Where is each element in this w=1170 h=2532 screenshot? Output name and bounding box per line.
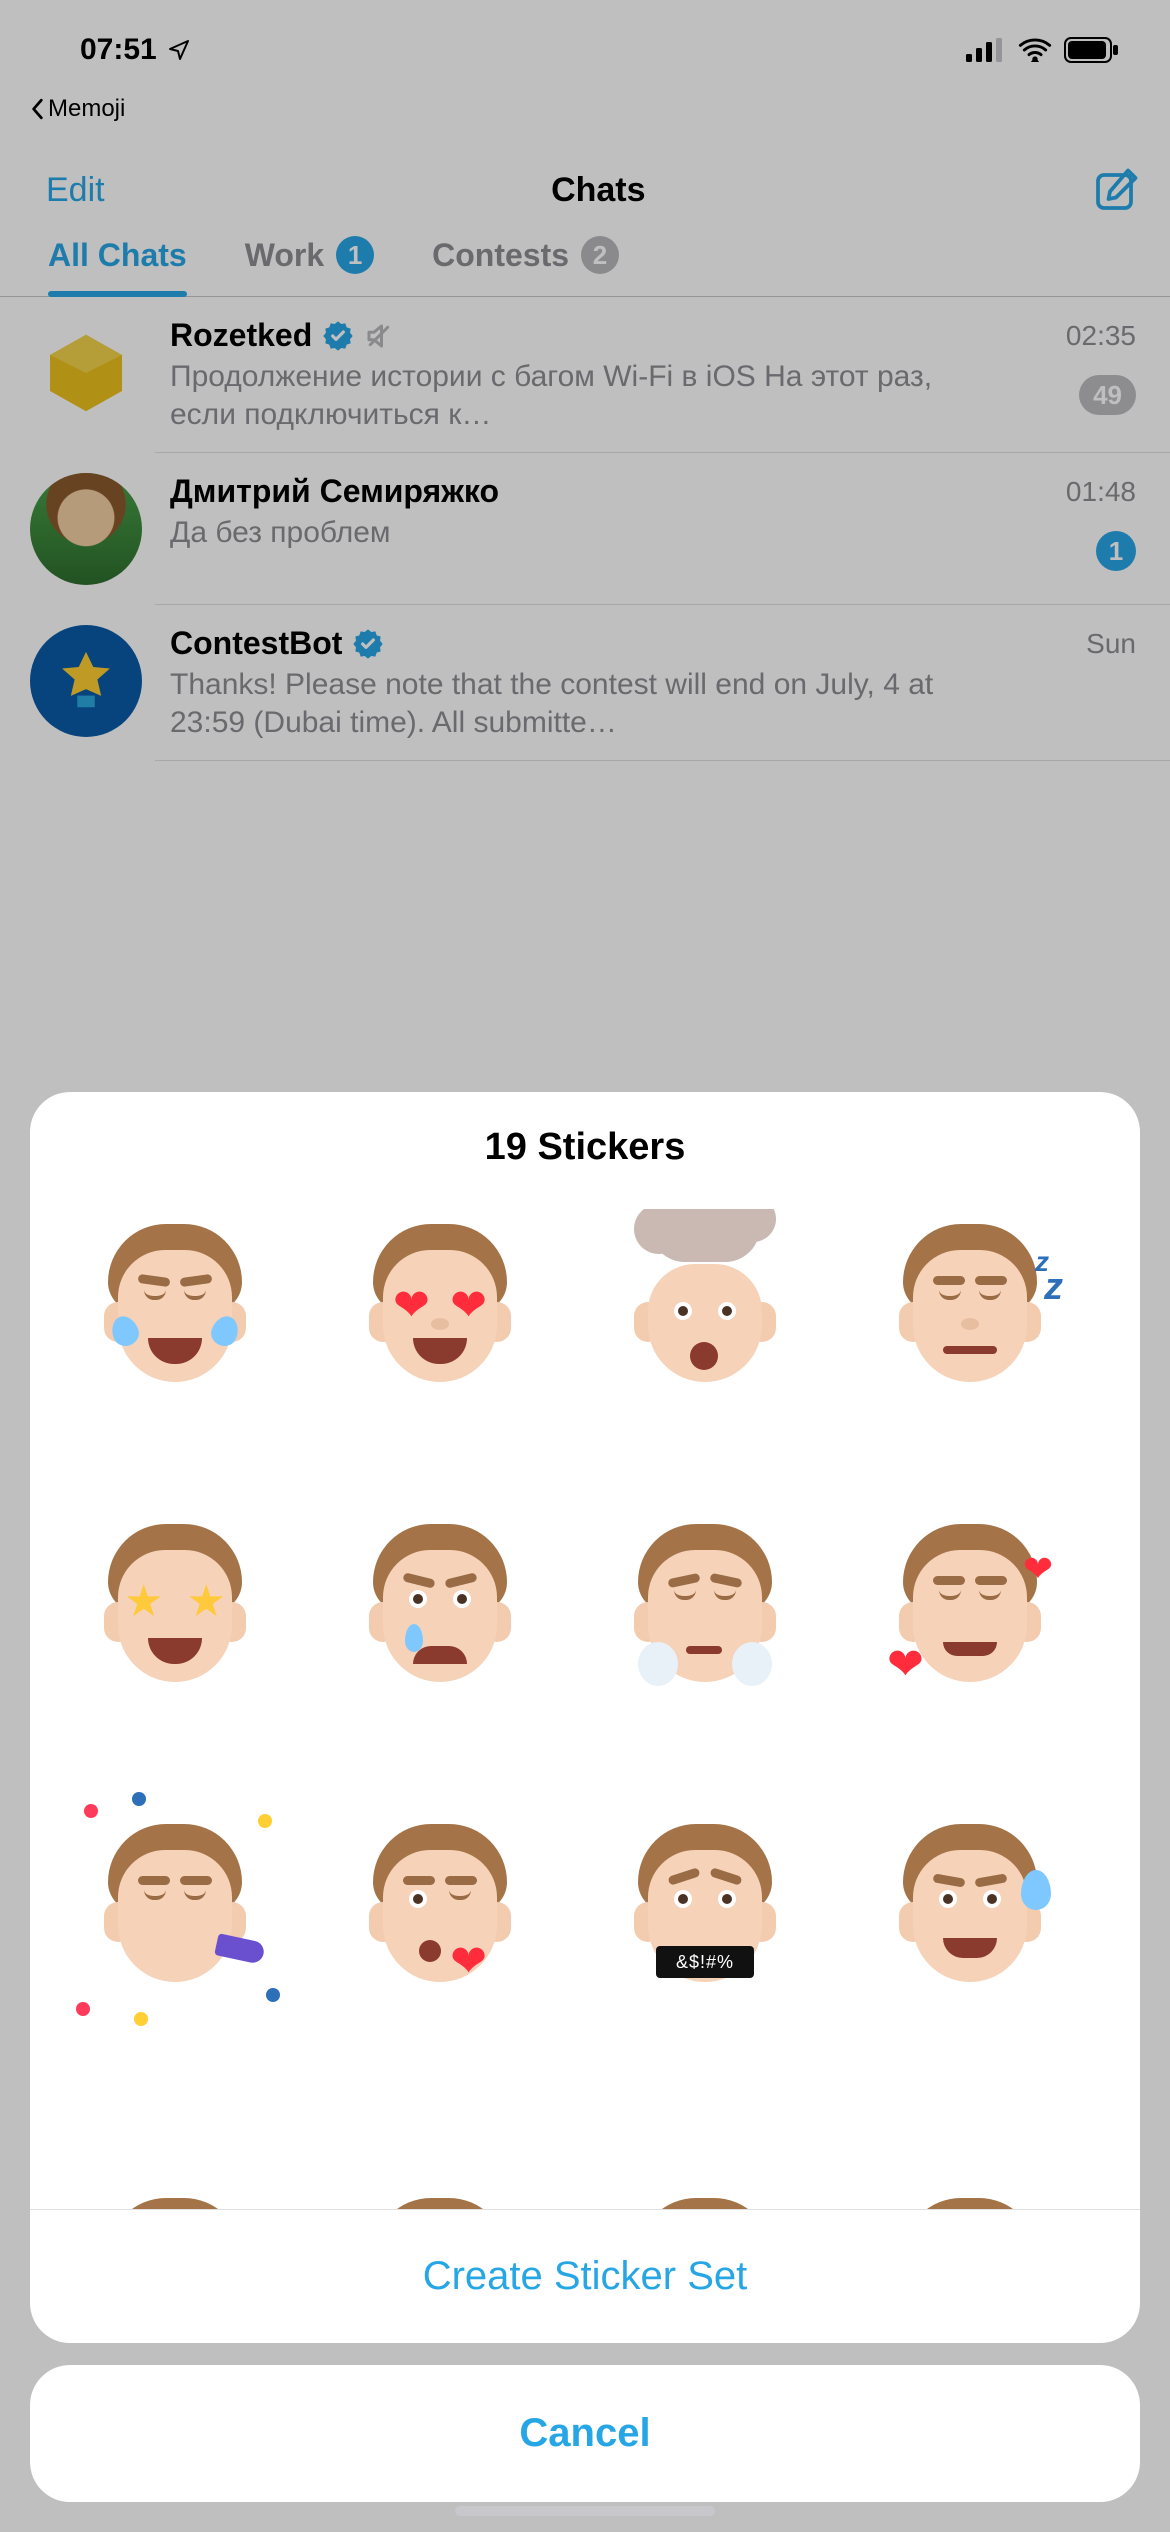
- sticker-loved[interactable]: ❤❤: [870, 1509, 1070, 1709]
- sticker-blow-kiss[interactable]: ❤: [340, 1809, 540, 2009]
- sticker-partial[interactable]: [605, 2109, 805, 2209]
- sheet-title: 19 Stickers: [30, 1092, 1140, 1209]
- sticker-grid: ❤❤ zz ★★: [30, 1209, 1140, 2209]
- sticker-crying[interactable]: [340, 1509, 540, 1709]
- sticker-sleeping[interactable]: zz: [870, 1209, 1070, 1409]
- sticker-party[interactable]: [75, 1809, 275, 2009]
- create-sticker-set-button[interactable]: Create Sticker Set: [30, 2209, 1140, 2343]
- sticker-laugh-tears[interactable]: [75, 1209, 275, 1409]
- sticker-nervous-sweat[interactable]: [870, 1809, 1070, 2009]
- sticker-heart-eyes[interactable]: ❤❤: [340, 1209, 540, 1409]
- sticker-partial[interactable]: [75, 2109, 275, 2209]
- cancel-button[interactable]: Cancel: [30, 2365, 1140, 2502]
- sticker-swearing[interactable]: &$!#%: [605, 1809, 805, 2009]
- home-indicator[interactable]: [455, 2506, 715, 2516]
- sticker-partial[interactable]: [870, 2109, 1070, 2209]
- sticker-partial[interactable]: [340, 2109, 540, 2209]
- swear-label: &$!#%: [656, 1946, 754, 1978]
- sticker-star-struck[interactable]: ★★: [75, 1509, 275, 1709]
- action-sheet: 19 Stickers ❤❤: [30, 1092, 1140, 2502]
- sticker-mind-blown[interactable]: [605, 1209, 805, 1409]
- sticker-steam-nose[interactable]: [605, 1509, 805, 1709]
